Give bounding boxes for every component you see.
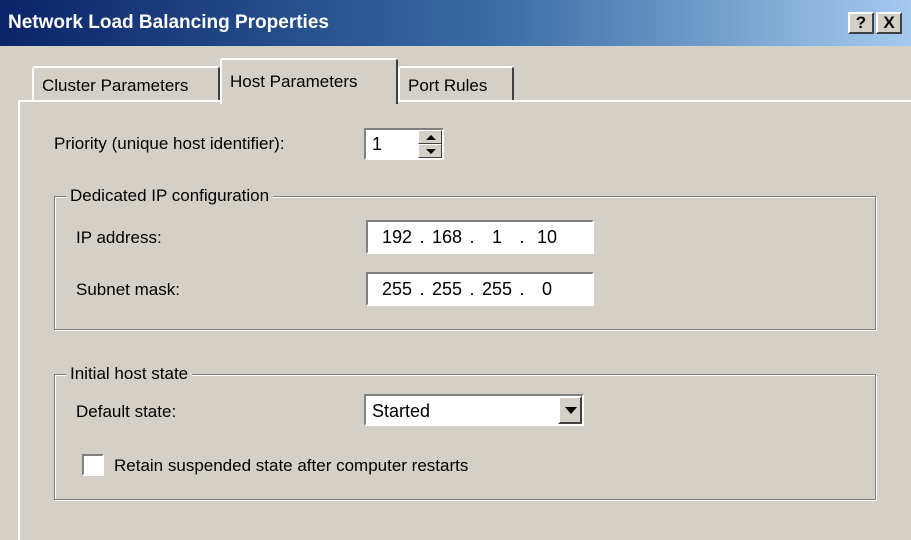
chevron-down-icon [565,407,577,414]
ip-address-field[interactable]: 192 . 168 . 1 . 10 [366,220,594,254]
retain-suspended-label[interactable]: Retain suspended state after computer re… [114,456,468,476]
retain-suspended-checkbox[interactable] [82,454,104,476]
ip-address-label: IP address: [76,228,162,247]
dropdown-button[interactable] [558,396,582,424]
dedicated-ip-group [54,196,876,330]
subnet-octet-2[interactable]: 255 [426,279,468,300]
subnet-octet-3[interactable]: 255 [476,279,518,300]
subnet-mask-label: Subnet mask: [76,280,180,299]
priority-label: Priority (unique host identifier): [54,134,285,153]
tab-cluster-parameters[interactable]: Cluster Parameters [32,66,220,102]
subnet-dot: . [469,279,475,299]
close-button[interactable]: X [876,12,902,34]
ip-dot: . [519,227,525,247]
subnet-octet-4[interactable]: 0 [526,279,568,300]
ip-dot: . [469,227,475,247]
title-bar: Network Load Balancing Properties ? X [0,0,911,48]
ip-dot: . [419,227,425,247]
default-state-value[interactable]: Started [372,401,430,422]
initial-host-state-group-label: Initial host state [66,364,193,384]
ip-octet-4[interactable]: 10 [526,227,568,248]
initial-host-state-group [54,374,876,500]
priority-up-button[interactable] [418,130,442,144]
dedicated-ip-group-label: Dedicated IP configuration [66,186,274,206]
tab-port-rules[interactable]: Port Rules [398,66,514,102]
default-state-dropdown[interactable]: Started [364,394,584,426]
tab-host-parameters[interactable]: Host Parameters [220,58,398,104]
subnet-mask-field[interactable]: 255 . 255 . 255 . 0 [366,272,594,306]
up-arrow-icon [426,135,436,140]
subnet-dot: . [419,279,425,299]
subnet-dot: . [519,279,525,299]
priority-down-button[interactable] [418,144,442,158]
priority-stepper[interactable]: 1 [364,128,444,160]
help-button[interactable]: ? [848,12,874,34]
window-title: Network Load Balancing Properties [8,12,329,33]
ip-octet-2[interactable]: 168 [426,227,468,248]
ip-octet-3[interactable]: 1 [476,227,518,248]
default-state-label: Default state: [76,402,177,421]
down-arrow-icon [426,149,436,154]
ip-octet-1[interactable]: 192 [376,227,418,248]
subnet-octet-1[interactable]: 255 [376,279,418,300]
priority-value[interactable]: 1 [372,134,382,155]
